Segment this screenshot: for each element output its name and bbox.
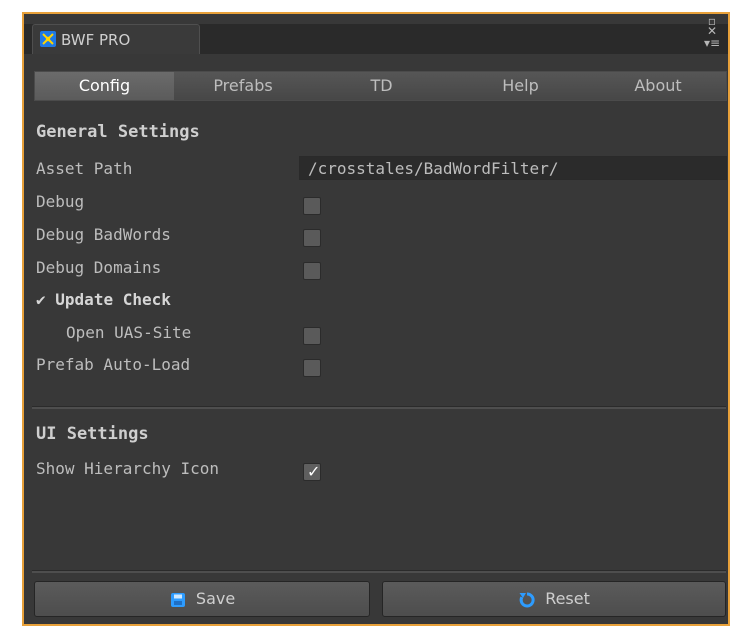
debug-badwords-label: Debug BadWords <box>36 225 171 244</box>
general-settings-title: General Settings <box>36 122 200 142</box>
save-button[interactable]: Save <box>34 581 370 617</box>
menu-icon[interactable]: ▾≡ <box>702 37 722 49</box>
ui-settings-title: UI Settings <box>36 424 149 444</box>
tab-config[interactable]: Config <box>35 72 175 100</box>
show-hierarchy-icon-label: Show Hierarchy Icon <box>36 459 220 478</box>
debug-label: Debug <box>36 192 85 211</box>
show-hierarchy-icon-checkmark-icon: ✓ <box>307 462 321 481</box>
prefab-autoload-checkbox[interactable] <box>303 359 321 377</box>
reset-icon <box>519 591 535 607</box>
tab-help[interactable]: Help <box>451 72 591 100</box>
open-uas-label: Open UAS-Site <box>66 323 192 342</box>
debug-badwords-checkbox[interactable] <box>303 229 321 247</box>
tab-prefabs[interactable]: Prefabs <box>174 72 313 100</box>
update-check-checkmark-icon: ✔ <box>36 290 46 309</box>
save-icon <box>170 592 185 607</box>
bwf-logo-icon <box>40 31 56 47</box>
update-check-row[interactable]: ✔ Update Check <box>36 290 171 309</box>
debug-domains-label: Debug Domains <box>36 258 162 277</box>
debug-domains-checkbox[interactable] <box>303 262 321 280</box>
window-tab[interactable]: BWF PRO <box>32 24 200 54</box>
asset-path-field[interactable]: /crosstales/BadWordFilter/ <box>299 156 727 180</box>
footer-divider <box>32 570 726 573</box>
reset-label: Reset <box>545 589 590 608</box>
tab-td[interactable]: TD <box>312 72 452 100</box>
asset-path-label: Asset Path <box>36 159 133 178</box>
tab-about[interactable]: About <box>590 72 726 100</box>
window-title: BWF PRO <box>61 31 131 49</box>
window-controls[interactable]: ▫ ✕ ▾≡ <box>702 15 722 49</box>
debug-checkbox[interactable] <box>303 197 321 215</box>
reset-button[interactable]: Reset <box>382 581 726 617</box>
open-uas-checkbox[interactable] <box>303 327 321 345</box>
save-label: Save <box>195 589 236 608</box>
prefab-autoload-label: Prefab Auto-Load <box>36 355 191 374</box>
bwf-pro-window: BWF PRO ▫ ✕ ▾≡ Config Prefabs TD Help Ab… <box>22 12 730 626</box>
minimize-icon[interactable]: ▫ ✕ <box>702 15 722 37</box>
section-divider <box>32 406 726 409</box>
tab-toolbar: Config Prefabs TD Help About <box>34 71 727 101</box>
update-check-label: Update Check <box>55 290 171 309</box>
show-hierarchy-icon-checkbox[interactable]: ✓ <box>303 462 321 481</box>
